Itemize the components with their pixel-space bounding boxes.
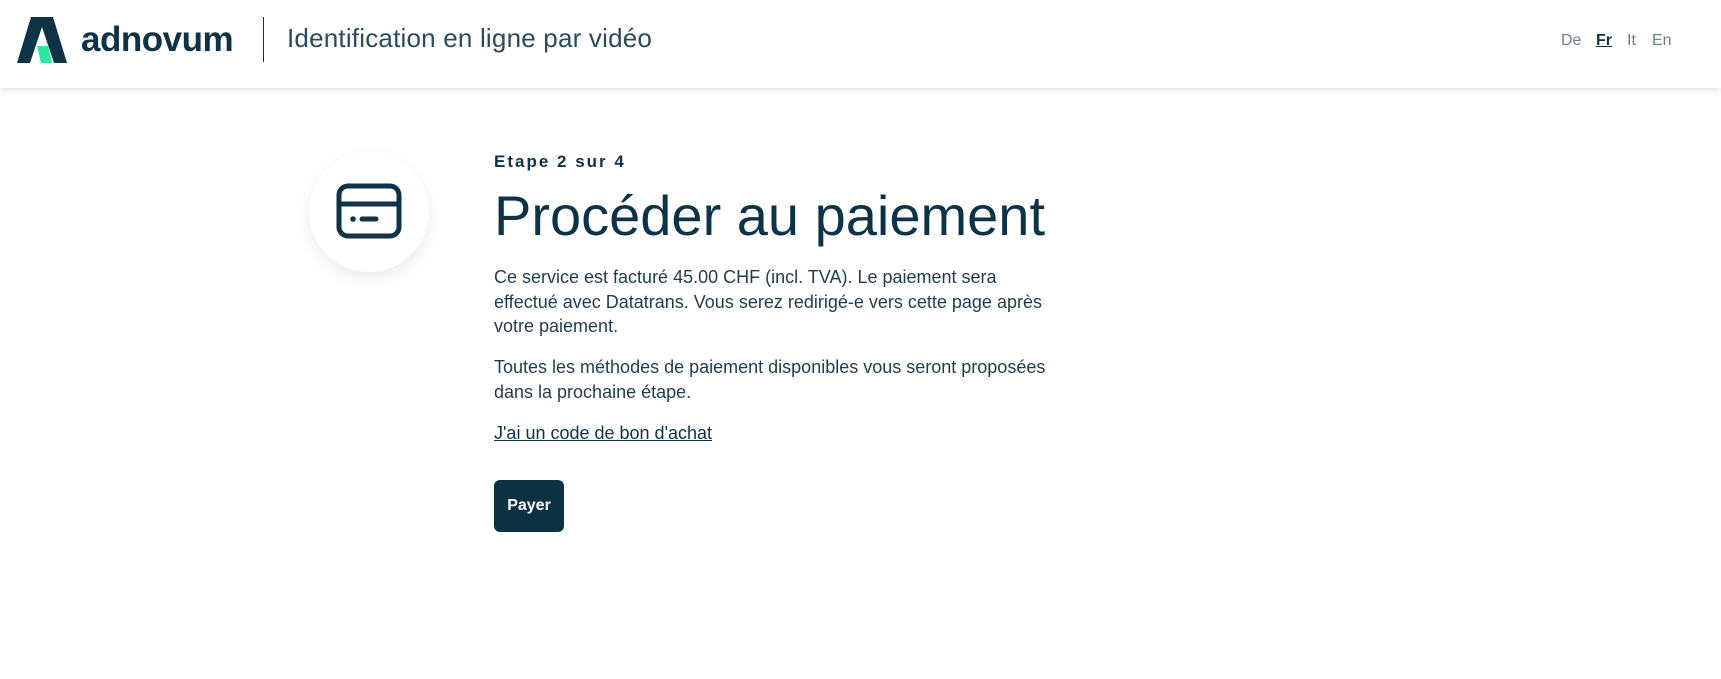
header-title: Identification en ligne par vidéo — [287, 23, 653, 53]
language-fr-link[interactable]: Fr — [1596, 31, 1612, 51]
page-header: adnovum Identification en ligne par vidé… — [0, 0, 1721, 88]
brand-name[interactable]: adnovum — [81, 20, 234, 60]
language-it-link[interactable]: It — [1627, 31, 1636, 51]
step-indicator: Etape 2 sur 4 — [494, 152, 626, 171]
payment-methods-text: Toutes les méthodes de paiement disponib… — [494, 357, 1046, 402]
voucher-code-link[interactable]: J'ai un code de bon d'achat — [494, 421, 712, 445]
language-en-link[interactable]: En — [1652, 31, 1672, 51]
step-icon-circle — [309, 152, 429, 272]
credit-card-icon — [336, 183, 402, 239]
language-switcher: De Fr It En — [1521, 31, 1721, 51]
header-divider — [263, 17, 264, 62]
language-de-link[interactable]: De — [1561, 31, 1581, 51]
adnovum-logo-icon[interactable] — [17, 17, 67, 63]
page-title: Procéder au paiement — [494, 184, 1046, 247]
pay-button[interactable]: Payer — [494, 480, 564, 532]
payment-info-text: Ce service est facturé 45.00 CHF (incl. … — [494, 267, 1042, 336]
